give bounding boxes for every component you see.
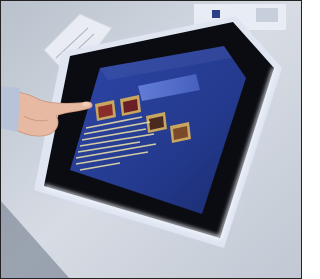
sign-detail xyxy=(256,8,278,22)
kiosk-photo xyxy=(0,0,302,279)
sign-logo xyxy=(212,10,220,18)
sleeve xyxy=(0,86,20,132)
fingertip xyxy=(82,101,90,107)
kiosk-scene xyxy=(0,0,302,279)
